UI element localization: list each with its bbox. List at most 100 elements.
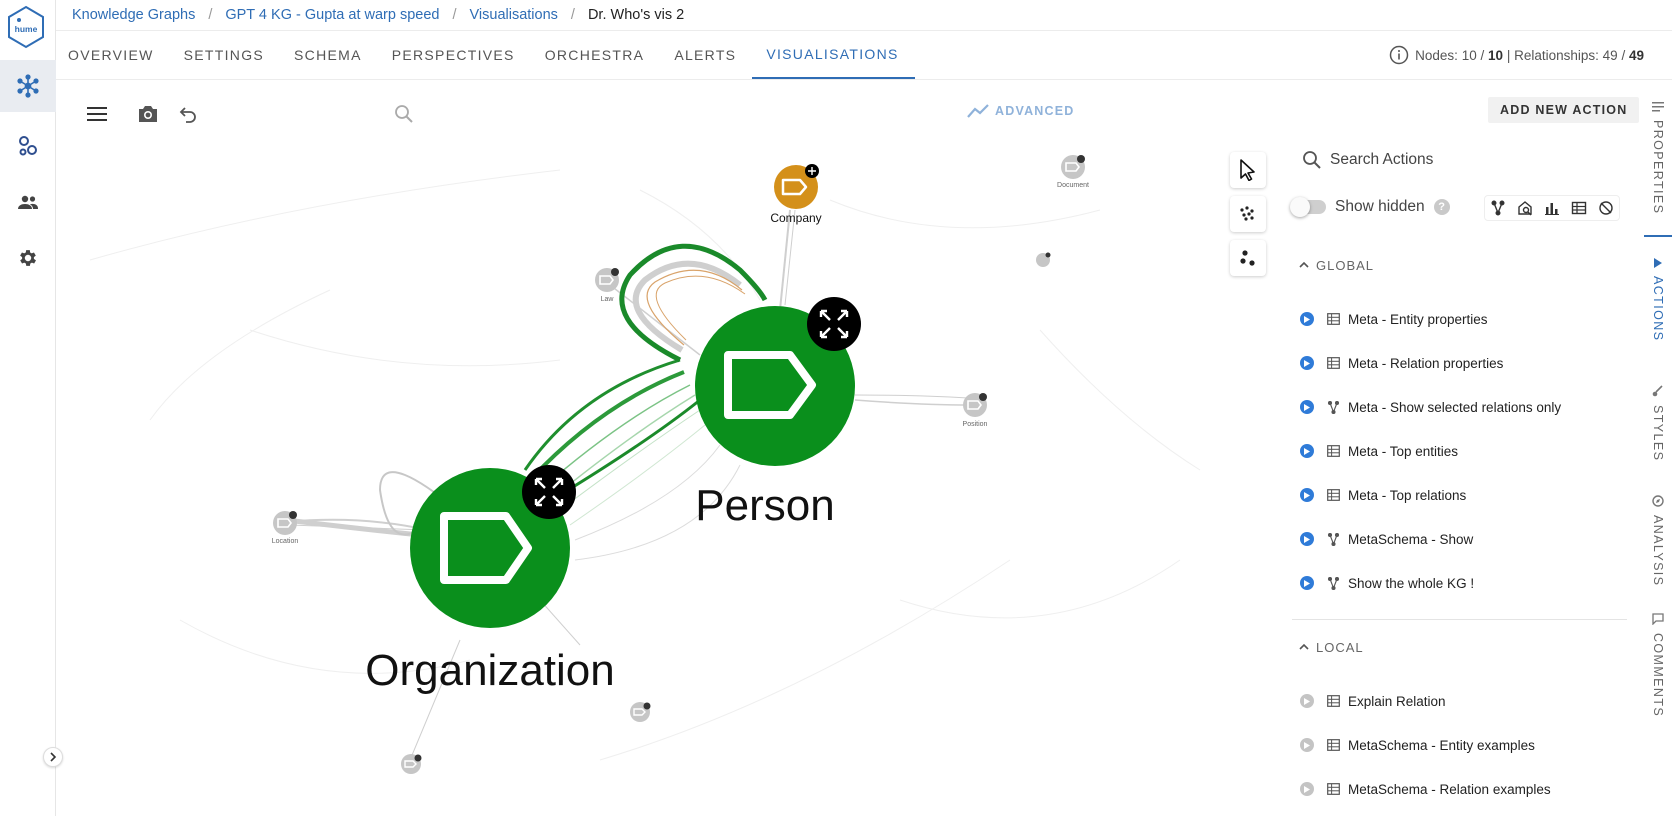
- logo-text: hume: [15, 24, 38, 34]
- table-icon: [1326, 444, 1340, 458]
- lasso-select-button[interactable]: [1230, 196, 1266, 232]
- node-label-law: Law: [601, 296, 615, 303]
- nodes-shown: 10: [1461, 47, 1477, 63]
- add-new-action-button[interactable]: ADD NEW ACTION: [1488, 97, 1640, 123]
- node-document[interactable]: Document: [1057, 155, 1089, 189]
- run-action-icon[interactable]: [1300, 738, 1314, 752]
- breadcrumb-knowledge-graphs[interactable]: Knowledge Graphs: [72, 7, 195, 23]
- breadcrumb-kg-name[interactable]: GPT 4 KG - Gupta at warp speed: [225, 7, 439, 23]
- tab-settings[interactable]: SETTINGS: [170, 31, 280, 79]
- run-action-icon[interactable]: [1300, 532, 1314, 546]
- node-event[interactable]: [630, 702, 651, 722]
- action-item[interactable]: Explain Relation: [1298, 679, 1618, 723]
- side-tab-styles[interactable]: STYLES: [1644, 385, 1672, 461]
- global-section-header[interactable]: GLOBAL: [1298, 255, 1374, 275]
- stats-slash: /: [1480, 47, 1485, 63]
- local-section-label: LOCAL: [1316, 639, 1364, 655]
- action-item[interactable]: Meta - Entity properties: [1298, 297, 1618, 341]
- action-item[interactable]: Meta - Top relations: [1298, 473, 1618, 517]
- action-label: Meta - Top relations: [1348, 487, 1467, 503]
- left-rail: hume: [0, 0, 63, 816]
- action-item[interactable]: Meta - Top entities: [1298, 429, 1618, 473]
- side-tab-properties[interactable]: PROPERTIES: [1644, 102, 1672, 214]
- table-icon: [1326, 356, 1340, 370]
- table-icon: [1326, 312, 1340, 326]
- action-item[interactable]: MetaSchema - Relation examples: [1298, 767, 1618, 811]
- breadcrumb-separator: /: [452, 7, 457, 23]
- stats-slash: /: [1621, 47, 1626, 63]
- graph-canvas[interactable]: Person Organization Company Law Document…: [56, 80, 1292, 816]
- node-label-organization: Organization: [365, 646, 614, 695]
- node-organization[interactable]: Organization: [365, 465, 615, 695]
- run-action-icon[interactable]: [1300, 356, 1314, 370]
- search-actions-placeholder: Search Actions: [1330, 151, 1434, 168]
- tab-perspectives[interactable]: PERSPECTIVES: [378, 31, 531, 79]
- node-person[interactable]: Person: [695, 297, 861, 530]
- settings-nav[interactable]: [0, 232, 56, 284]
- action-label: Meta - Entity properties: [1348, 311, 1488, 327]
- list-icon: [1652, 102, 1664, 112]
- node-position[interactable]: Position: [963, 393, 988, 428]
- table-icon: [1326, 694, 1340, 708]
- search-actions-input[interactable]: Search Actions: [1302, 146, 1602, 174]
- table-icon: [1326, 738, 1340, 752]
- knowledge-graph-nav[interactable]: [0, 60, 56, 112]
- side-tab-actions[interactable]: ACTIONS: [1644, 258, 1672, 341]
- action-item[interactable]: Show the whole KG !: [1298, 561, 1618, 605]
- node-law[interactable]: Law: [595, 268, 619, 303]
- hidden-filter-icon[interactable]: [1598, 200, 1614, 216]
- run-action-icon[interactable]: [1300, 576, 1314, 590]
- chart-filter-icon[interactable]: [1544, 200, 1560, 216]
- tab-visualisations[interactable]: VISUALISATIONS: [752, 31, 915, 79]
- breadcrumb: Knowledge Graphs / GPT 4 KG - Gupta at w…: [72, 4, 684, 26]
- run-action-icon[interactable]: [1300, 444, 1314, 458]
- nodes-total: 10: [1488, 47, 1504, 63]
- select-tool-button[interactable]: [1230, 152, 1266, 188]
- node-unlabeled-top[interactable]: [1036, 252, 1051, 268]
- graph-stats: Nodes: 10 / 10 | Relationships: 49 / 49: [1389, 44, 1644, 66]
- search-result-filter-icon[interactable]: [1517, 200, 1533, 216]
- hume-logo[interactable]: hume: [6, 5, 46, 49]
- action-item[interactable]: MetaSchema - Entity examples: [1298, 723, 1618, 767]
- network-icon: [17, 74, 39, 98]
- tab-orchestra[interactable]: ORCHESTRA: [531, 31, 661, 79]
- side-tab-comments[interactable]: COMMENTS: [1644, 613, 1672, 717]
- compass-icon: [1652, 495, 1664, 507]
- action-item[interactable]: Meta - Show selected relations only: [1298, 385, 1618, 429]
- global-actions-list: Meta - Entity properties Meta - Relation…: [1298, 297, 1618, 605]
- tab-overview[interactable]: OVERVIEW: [56, 31, 170, 79]
- schema-nav[interactable]: [0, 120, 56, 172]
- side-tab-analysis[interactable]: ANALYSIS: [1644, 495, 1672, 586]
- table-filter-icon[interactable]: [1571, 200, 1587, 216]
- run-action-icon[interactable]: [1300, 400, 1314, 414]
- graph-filter-icon[interactable]: [1490, 200, 1506, 216]
- table-icon: [1326, 488, 1340, 502]
- action-label: MetaSchema - Show: [1348, 531, 1474, 547]
- tab-alerts[interactable]: ALERTS: [660, 31, 752, 79]
- relationships-shown: 49: [1602, 47, 1618, 63]
- tab-schema[interactable]: SCHEMA: [280, 31, 378, 79]
- node-label-document: Document: [1057, 182, 1089, 189]
- run-action-icon[interactable]: [1300, 312, 1314, 326]
- run-action-icon[interactable]: [1300, 782, 1314, 796]
- node-company[interactable]: Company: [770, 164, 822, 225]
- breadcrumb-visualisations[interactable]: Visualisations: [470, 7, 558, 23]
- run-action-icon[interactable]: [1300, 694, 1314, 708]
- help-icon[interactable]: ?: [1433, 199, 1450, 215]
- local-section-header[interactable]: LOCAL: [1298, 637, 1364, 657]
- node-location[interactable]: Location: [272, 511, 299, 545]
- side-tab-label: ANALYSIS: [1651, 515, 1665, 587]
- cluster-button[interactable]: [1230, 240, 1266, 276]
- show-hidden-toggle[interactable]: [1290, 197, 1326, 217]
- info-icon[interactable]: [1389, 45, 1409, 65]
- action-item[interactable]: MetaSchema - Show: [1298, 517, 1618, 561]
- run-action-icon[interactable]: [1300, 488, 1314, 502]
- action-item[interactable]: Meta - Relation properties: [1298, 341, 1618, 385]
- action-label: Meta - Top entities: [1348, 443, 1459, 459]
- cluster-icon: [1240, 250, 1255, 266]
- nodes-label: Nodes:: [1415, 47, 1458, 63]
- node-contact[interactable]: [401, 754, 422, 774]
- users-nav[interactable]: [0, 176, 56, 228]
- action-label: Meta - Relation properties: [1348, 355, 1504, 371]
- side-tab-label: ACTIONS: [1651, 276, 1665, 342]
